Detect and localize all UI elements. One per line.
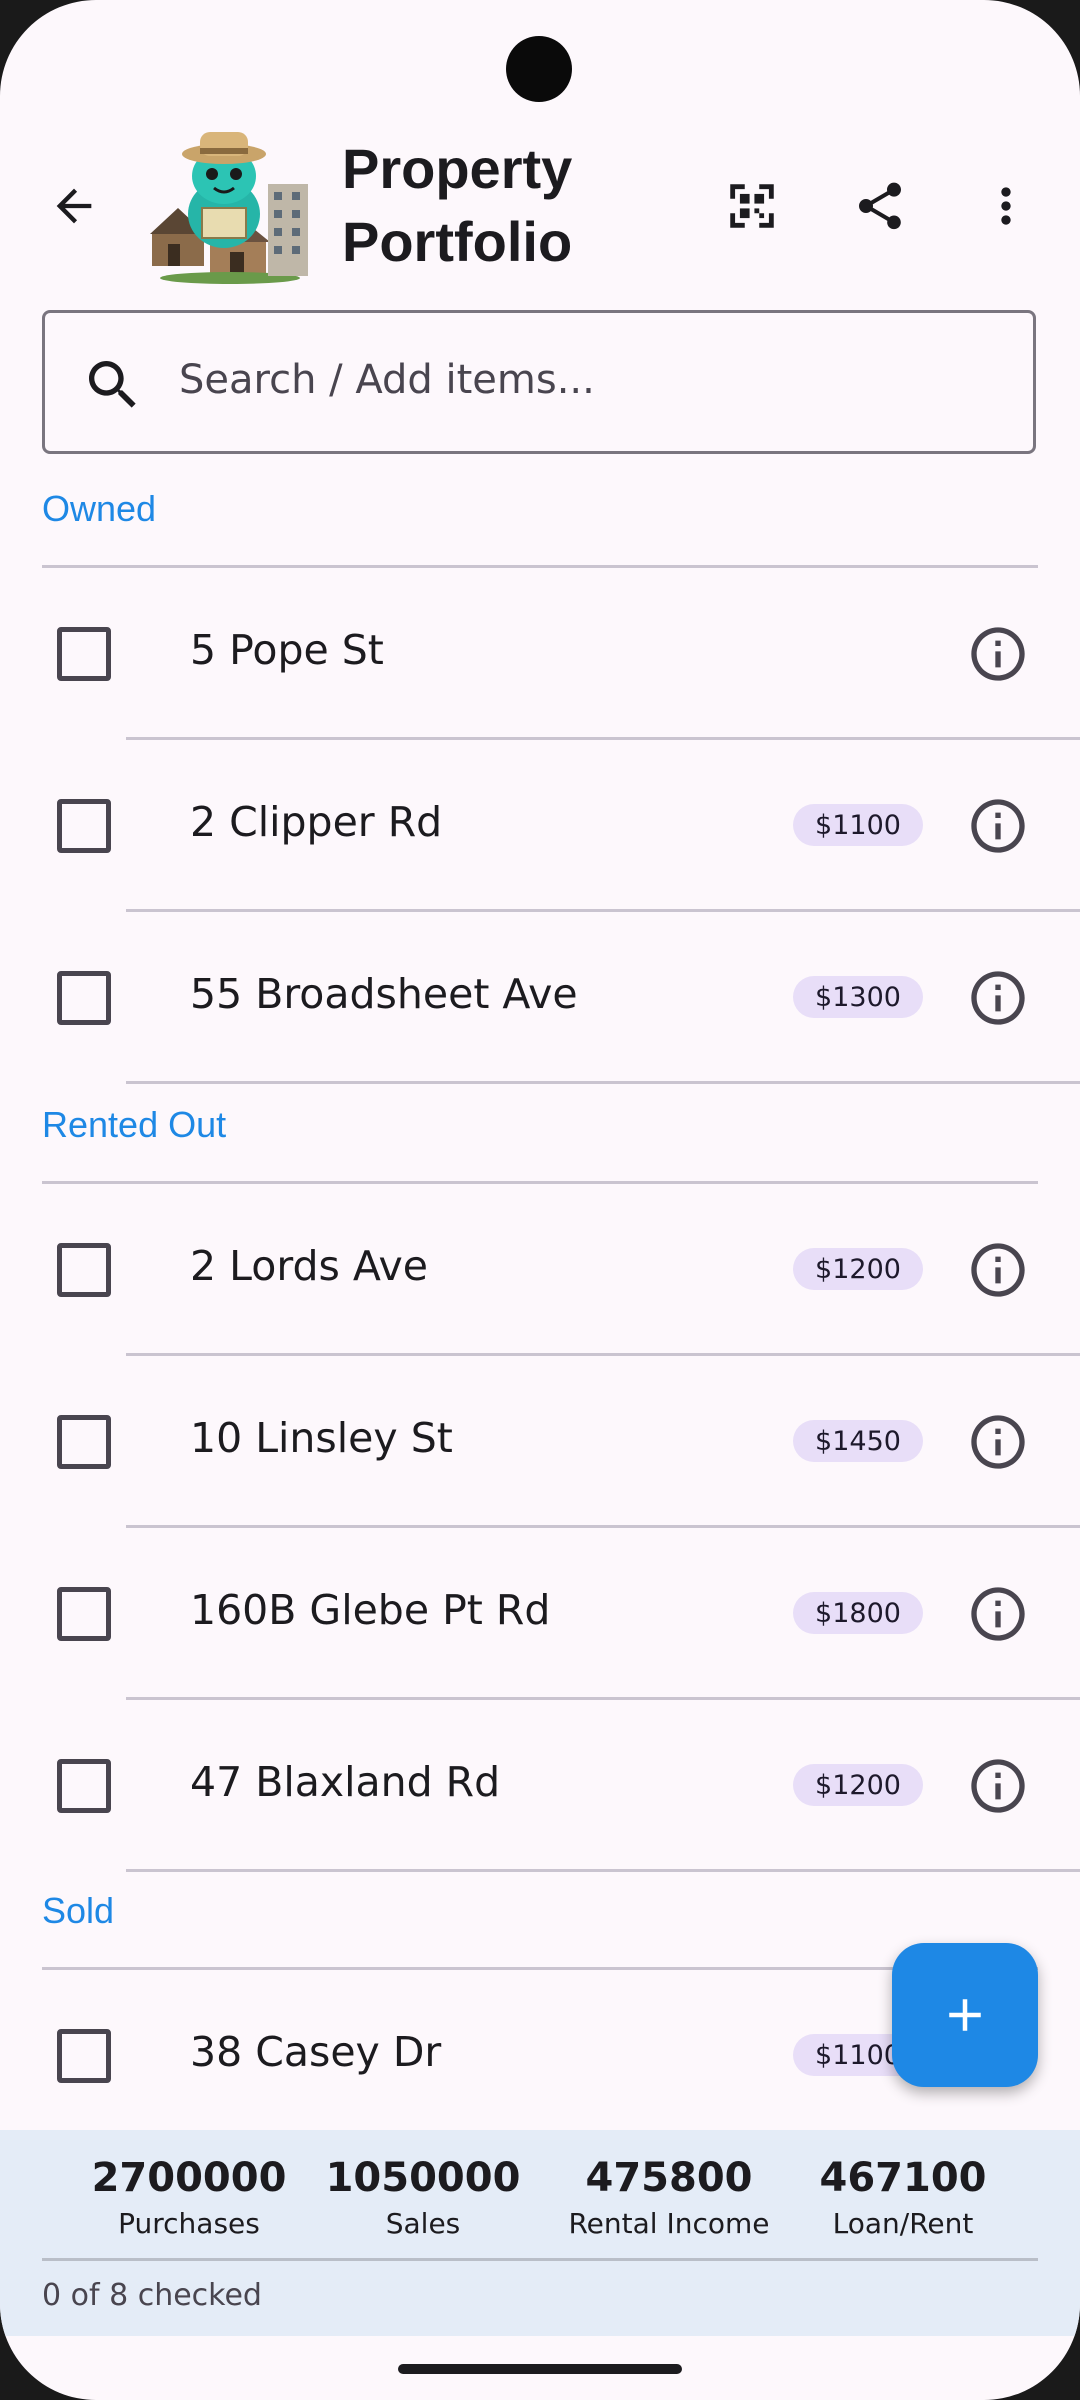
checkbox[interactable] bbox=[57, 799, 111, 853]
share-button[interactable] bbox=[846, 172, 914, 240]
item-label: 38 Casey Dr bbox=[190, 2028, 442, 2076]
list-item[interactable]: 2 Lords Ave $1200 bbox=[0, 1184, 1080, 1356]
stat-value: 1050000 bbox=[325, 2155, 521, 2201]
item-label: 47 Blaxland Rd bbox=[190, 1758, 501, 1806]
search-placeholder: Search / Add items... bbox=[179, 357, 595, 403]
stat-label: Sales bbox=[385, 2207, 461, 2240]
app-logo bbox=[150, 132, 308, 284]
list-item[interactable]: 10 Linsley St $1450 bbox=[0, 1356, 1080, 1528]
list-item[interactable]: 47 Blaxland Rd $1200 bbox=[0, 1700, 1080, 1872]
stat-label: Loan/Rent bbox=[832, 2207, 974, 2240]
item-label: 10 Linsley St bbox=[190, 1414, 453, 1462]
section-title: Rented Out bbox=[42, 1104, 227, 1145]
stat-value: 467100 bbox=[819, 2155, 987, 2201]
checkbox[interactable] bbox=[57, 971, 111, 1025]
back-button[interactable] bbox=[40, 172, 108, 240]
app-bar: Property Portfolio bbox=[0, 120, 1080, 290]
price-badge: $1450 bbox=[793, 1420, 923, 1462]
item-label: 55 Broadsheet Ave bbox=[190, 970, 578, 1018]
checkbox[interactable] bbox=[57, 1587, 111, 1641]
price-badge: $1200 bbox=[793, 1764, 923, 1806]
share-icon bbox=[859, 182, 901, 230]
info-icon[interactable] bbox=[966, 1754, 1030, 1818]
app-screen: Property Portfolio Search / Add items...… bbox=[0, 0, 1080, 2400]
info-icon[interactable] bbox=[966, 1410, 1030, 1474]
summary-divider bbox=[42, 2258, 1038, 2261]
qr-code-icon bbox=[730, 184, 774, 228]
checkbox[interactable] bbox=[57, 627, 111, 681]
qr-code-button[interactable] bbox=[718, 172, 786, 240]
list-item[interactable]: 160B Glebe Pt Rd $1800 bbox=[0, 1528, 1080, 1700]
section-header-rented-out: Rented Out bbox=[42, 1090, 1038, 1184]
list-item[interactable]: 2 Clipper Rd $1100 bbox=[0, 740, 1080, 912]
item-label: 160B Glebe Pt Rd bbox=[190, 1586, 551, 1634]
item-label: 2 Clipper Rd bbox=[190, 798, 443, 846]
info-icon[interactable] bbox=[966, 794, 1030, 858]
stat-label: Purchases bbox=[118, 2207, 260, 2240]
section-title: Owned bbox=[42, 488, 157, 529]
home-indicator[interactable] bbox=[398, 2364, 682, 2374]
row-divider bbox=[126, 1081, 1080, 1084]
item-label: 5 Pope St bbox=[190, 626, 384, 674]
search-input[interactable]: Search / Add items... bbox=[42, 310, 1036, 454]
price-badge: $1200 bbox=[793, 1248, 923, 1290]
list-item[interactable]: 5 Pope St bbox=[0, 568, 1080, 740]
list-item[interactable]: 55 Broadsheet Ave $1300 bbox=[0, 912, 1080, 1084]
stat-value: 475800 bbox=[585, 2155, 753, 2201]
add-item-fab[interactable] bbox=[892, 1943, 1038, 2087]
stat-purchases: 2700000 Purchases bbox=[74, 2152, 304, 2244]
stat-loan-rent: 467100 Loan/Rent bbox=[788, 2152, 1018, 2244]
info-icon[interactable] bbox=[966, 1238, 1030, 1302]
more-options-button[interactable] bbox=[972, 172, 1040, 240]
price-badge: $1100 bbox=[793, 804, 923, 846]
checkbox[interactable] bbox=[57, 1243, 111, 1297]
more-vert-icon bbox=[1001, 187, 1011, 225]
info-icon[interactable] bbox=[966, 966, 1030, 1030]
stat-value: 2700000 bbox=[91, 2155, 287, 2201]
section-header-sold: Sold bbox=[42, 1876, 1038, 1970]
item-label: 2 Lords Ave bbox=[190, 1242, 429, 1290]
row-divider bbox=[126, 1869, 1080, 1872]
price-badge: $1300 bbox=[793, 976, 923, 1018]
stat-sales: 1050000 Sales bbox=[308, 2152, 538, 2244]
camera-cutout bbox=[506, 36, 572, 102]
checkbox[interactable] bbox=[57, 1415, 111, 1469]
checkbox[interactable] bbox=[57, 1759, 111, 1813]
info-icon[interactable] bbox=[966, 622, 1030, 686]
search-icon bbox=[89, 361, 136, 408]
page-title: Property Portfolio bbox=[342, 137, 573, 273]
stat-label: Rental Income bbox=[568, 2207, 770, 2240]
checked-count: 0 of 8 checked bbox=[42, 2278, 262, 2313]
section-title: Sold bbox=[42, 1890, 115, 1931]
price-badge: $1800 bbox=[793, 1592, 923, 1634]
section-header-owned: Owned bbox=[42, 474, 1038, 568]
stat-rental-income: 475800 Rental Income bbox=[554, 2152, 784, 2244]
checkbox[interactable] bbox=[57, 2029, 111, 2083]
arrow-back-icon bbox=[56, 188, 92, 224]
info-icon[interactable] bbox=[966, 1582, 1030, 1646]
add-icon bbox=[949, 1999, 981, 2031]
summary-panel: 2700000 Purchases 1050000 Sales 475800 R… bbox=[0, 2130, 1080, 2336]
